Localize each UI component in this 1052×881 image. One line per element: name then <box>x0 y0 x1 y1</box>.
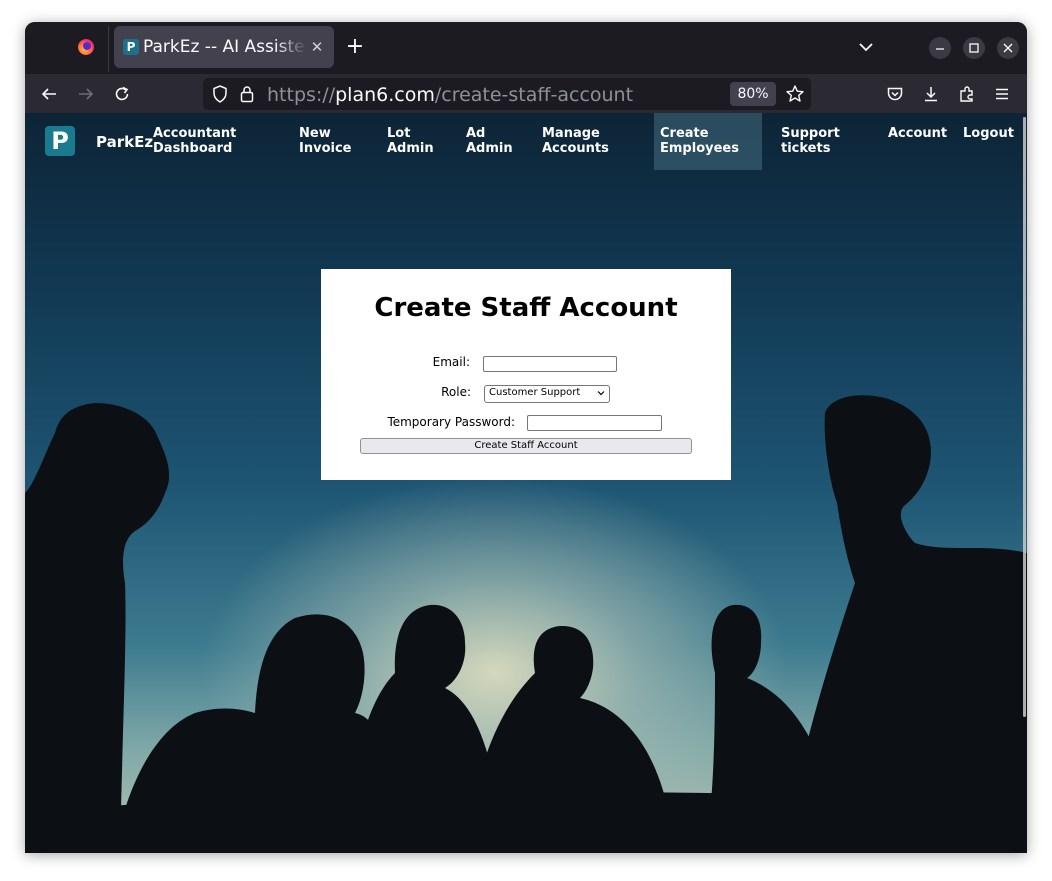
active-tab[interactable]: P ParkEz -- AI Assistec ✕ <box>114 26 334 68</box>
new-tab-plus-icon[interactable]: + <box>343 36 367 60</box>
url-bar[interactable]: https://plan6.com/create-staff-account 8… <box>203 78 811 110</box>
temporary-password-label: Temporary Password: <box>387 415 515 429</box>
create-staff-form-card: Create Staff Account Email: Role: Custom… <box>321 269 731 480</box>
page-viewport: P ParkEz Accountant Dashboard New Invoice … <box>25 113 1027 853</box>
site-navbar: P ParkEz Accountant Dashboard New Invoice … <box>25 113 1027 171</box>
forward-arrow-icon[interactable] <box>74 82 98 106</box>
email-label: Email: <box>432 355 470 369</box>
nav-create-employees[interactable]: Create Employees <box>660 126 739 156</box>
downloads-icon[interactable] <box>919 82 943 106</box>
parkez-logo-icon[interactable]: P <box>45 126 75 156</box>
email-input[interactable] <box>483 356 617 372</box>
maximize-icon[interactable] <box>963 37 985 59</box>
tab-title: ParkEz -- AI Assistec <box>143 37 307 57</box>
list-all-tabs-chevron-icon[interactable] <box>855 36 877 58</box>
close-window-icon[interactable] <box>997 37 1019 59</box>
shield-icon[interactable] <box>211 84 229 108</box>
zoom-level-badge[interactable]: 80% <box>730 82 776 106</box>
navigation-toolbar: https://plan6.com/create-staff-account 8… <box>25 74 1027 113</box>
create-staff-account-button[interactable]: Create Staff Account <box>360 438 692 454</box>
pocket-icon[interactable] <box>883 82 907 106</box>
temporary-password-input[interactable] <box>527 415 662 431</box>
tab-favicon-icon: P <box>123 39 139 55</box>
background-people-silhouette-image <box>25 395 1027 853</box>
back-arrow-icon[interactable] <box>37 82 61 106</box>
page-scrollbar[interactable] <box>1023 117 1026 717</box>
url-text[interactable]: https://plan6.com/create-staff-account <box>267 84 633 106</box>
nav-logout[interactable]: Logout <box>963 126 1014 141</box>
nav-support-tickets[interactable]: Support tickets <box>781 126 840 156</box>
nav-accountant-dashboard[interactable]: Accountant Dashboard <box>153 126 236 156</box>
extensions-icon[interactable] <box>955 82 979 106</box>
site-brand[interactable]: ParkEz <box>96 133 153 151</box>
bookmark-star-icon[interactable] <box>785 84 805 108</box>
browser-window: P ParkEz -- AI Assistec ✕ + https://plan… <box>25 22 1027 853</box>
nav-manage-accounts[interactable]: Manage Accounts <box>542 126 609 156</box>
reload-icon[interactable] <box>110 82 134 106</box>
role-selected-value: Customer Support <box>489 387 581 398</box>
minimize-icon[interactable] <box>929 37 951 59</box>
tab-close-icon[interactable]: ✕ <box>308 38 326 56</box>
nav-ad-admin[interactable]: Ad Admin <box>466 126 513 156</box>
role-select[interactable]: Customer Support <box>484 385 610 403</box>
tab-strip: P ParkEz -- AI Assistec ✕ + <box>25 22 1027 74</box>
role-label: Role: <box>441 385 471 399</box>
nav-account[interactable]: Account <box>888 126 947 141</box>
nav-lot-admin[interactable]: Lot Admin <box>387 126 434 156</box>
firefox-logo-icon <box>78 39 94 55</box>
nav-new-invoice[interactable]: New Invoice <box>299 126 351 156</box>
tab-separator <box>108 26 109 72</box>
form-title: Create Staff Account <box>374 293 678 323</box>
chevron-down-icon <box>596 387 606 399</box>
lock-icon[interactable] <box>239 84 255 108</box>
hamburger-menu-icon[interactable] <box>990 82 1014 106</box>
